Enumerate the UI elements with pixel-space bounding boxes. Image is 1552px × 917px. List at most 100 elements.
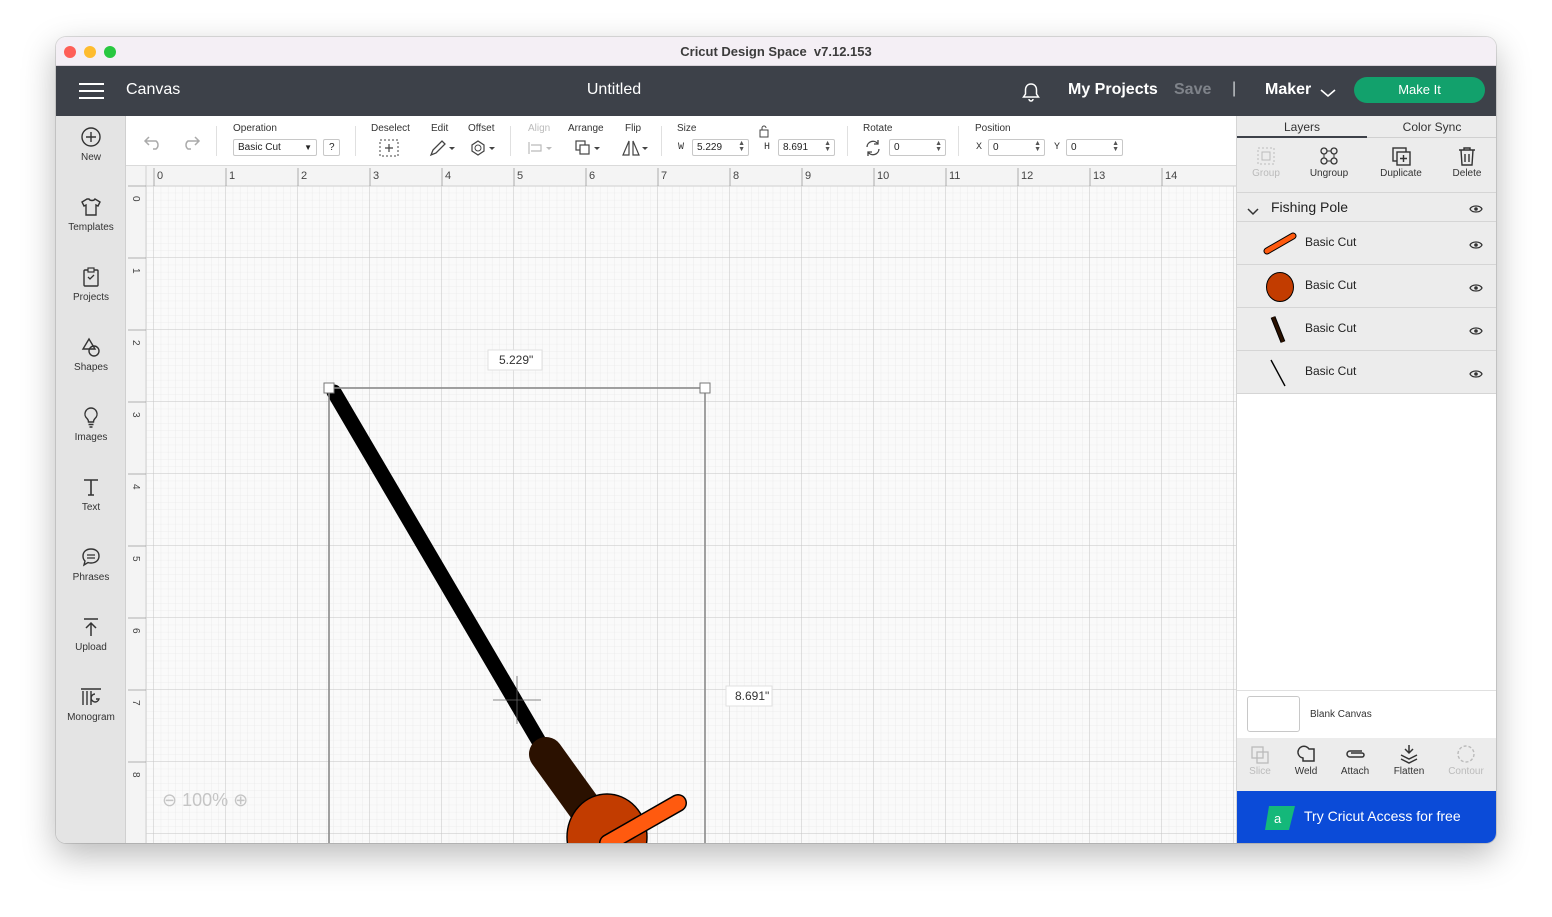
text-t-icon xyxy=(84,479,98,496)
design-canvas[interactable]: 0 1 2 3 4 5 6 7 8 9 10 11 12 13 14 012345678 5.229" 8.… xyxy=(126,166,1236,843)
width-input[interactable]: 5.229 ▲ ▼ xyxy=(692,139,749,156)
duplicate-button[interactable]: Duplicate xyxy=(1371,146,1431,179)
layer-thumbnail-reel-circle xyxy=(1266,272,1294,302)
canvas-drawing[interactable]: 0 1 2 3 4 5 6 7 8 9 10 11 12 13 14 012345678 xyxy=(126,166,1236,843)
weld-button[interactable]: Weld xyxy=(1279,744,1333,777)
y-position-input[interactable]: 0 ▲ ▼ xyxy=(1066,139,1123,156)
flip-label: Flip xyxy=(625,123,642,134)
slice-icon xyxy=(1251,746,1269,764)
height-input[interactable]: 8.691 ▲ ▼ xyxy=(778,139,835,156)
tab-layers[interactable]: Layers xyxy=(1237,116,1367,138)
y-prefix: Y xyxy=(1054,142,1061,153)
zoom-out-icon[interactable]: ⊖ xyxy=(162,790,177,810)
nav-templates[interactable]: Templates xyxy=(56,196,126,258)
layer-row[interactable]: Basic Cut xyxy=(1237,265,1496,308)
stepper-arrows-icon[interactable]: ▲ ▼ xyxy=(1034,140,1041,153)
chevron-down-icon[interactable] xyxy=(1320,85,1336,103)
nav-images[interactable]: Images xyxy=(56,406,126,468)
speech-bubble-icon xyxy=(82,548,100,567)
zoom-in-icon[interactable]: ⊕ xyxy=(233,790,248,810)
nav-phrases[interactable]: Phrases xyxy=(56,546,126,608)
stepper-arrows-icon[interactable]: ▲ ▼ xyxy=(824,140,831,153)
edit-pencil-icon[interactable] xyxy=(428,139,456,162)
blank-canvas-row[interactable]: Blank Canvas xyxy=(1237,690,1496,738)
bell-icon[interactable] xyxy=(1020,81,1042,108)
ruler-label: 3 xyxy=(373,170,379,182)
my-projects-link[interactable]: My Projects xyxy=(1068,81,1158,99)
app-window: Cricut Design Space v7.12.153 Canvas Unt… xyxy=(56,37,1496,843)
flatten-icon xyxy=(1400,745,1418,764)
make-it-button[interactable]: Make It xyxy=(1354,77,1485,103)
stepper-arrows-icon[interactable]: ▲ ▼ xyxy=(935,140,942,153)
layer-row[interactable]: Basic Cut xyxy=(1237,222,1496,265)
stepper-arrows-icon[interactable]: ▲ ▼ xyxy=(738,140,745,153)
toolbar-divider xyxy=(847,126,848,156)
blank-canvas-swatch[interactable] xyxy=(1247,696,1300,732)
cricut-access-logo-icon: a xyxy=(1265,806,1295,830)
nav-new[interactable]: New xyxy=(56,126,126,188)
machine-selector[interactable]: Maker xyxy=(1265,81,1311,99)
eye-icon[interactable] xyxy=(1469,201,1483,219)
deselect-icon[interactable] xyxy=(379,139,399,162)
delete-button[interactable]: Delete xyxy=(1437,146,1496,179)
align-icon[interactable] xyxy=(527,140,555,161)
ruler-label: 14 xyxy=(1165,170,1177,182)
layers-panel: Layers Color Sync Group Ungroup Duplicat… xyxy=(1236,116,1496,843)
chevron-down-icon[interactable] xyxy=(1247,203,1259,221)
attach-button[interactable]: Attach xyxy=(1328,744,1382,777)
offset-icon[interactable] xyxy=(469,139,499,162)
tab-color-sync[interactable]: Color Sync xyxy=(1367,116,1496,138)
nav-upload[interactable]: Upload xyxy=(56,616,126,678)
monogram-icon xyxy=(81,688,101,705)
lock-icon[interactable] xyxy=(758,124,770,143)
group-button[interactable]: Group xyxy=(1236,146,1296,179)
ruler-label: 10 xyxy=(877,170,889,182)
eye-icon[interactable] xyxy=(1469,323,1483,341)
nav-shapes[interactable]: Shapes xyxy=(56,336,126,398)
flatten-button[interactable]: Flatten xyxy=(1382,744,1436,777)
ruler-label: 8 xyxy=(130,772,141,778)
contour-label: Contour xyxy=(1448,766,1484,777)
ruler-label: 13 xyxy=(1093,170,1105,182)
ruler-label: 9 xyxy=(805,170,811,182)
ungroup-button[interactable]: Ungroup xyxy=(1299,146,1359,179)
operation-select[interactable]: Basic Cut ▼ xyxy=(233,139,317,156)
contour-button[interactable]: Contour xyxy=(1439,744,1493,777)
layer-group-row[interactable]: Fishing Pole xyxy=(1237,192,1496,222)
width-value: 5.229 xyxy=(697,142,723,153)
stepper-arrows-icon[interactable]: ▲ ▼ xyxy=(1112,140,1119,153)
nav-new-label: New xyxy=(80,152,101,163)
group-label: Group xyxy=(1252,168,1280,179)
upload-arrow-icon xyxy=(84,618,98,636)
height-prefix: H xyxy=(764,142,771,153)
layer-row[interactable]: Basic Cut xyxy=(1237,351,1496,394)
layer-row[interactable]: Basic Cut xyxy=(1237,308,1496,351)
undo-icon[interactable] xyxy=(143,134,165,155)
nav-projects[interactable]: Projects xyxy=(56,266,126,328)
eye-icon[interactable] xyxy=(1469,280,1483,298)
ruler-label: 11 xyxy=(949,170,960,182)
eye-icon[interactable] xyxy=(1469,237,1483,255)
nav-monogram[interactable]: Monogram xyxy=(56,686,126,748)
weld-label: Weld xyxy=(1294,766,1318,777)
width-dimension-label: 5.229" xyxy=(499,353,534,367)
operation-help-button[interactable]: ? xyxy=(323,139,340,156)
save-button[interactable]: Save xyxy=(1174,81,1211,99)
redo-icon[interactable] xyxy=(179,134,201,155)
resize-handle-top-left[interactable] xyxy=(323,382,335,394)
nav-images-label: Images xyxy=(74,432,108,443)
layer-label: Basic Cut xyxy=(1305,235,1357,249)
operation-label: Operation xyxy=(233,123,277,134)
arrange-icon[interactable] xyxy=(574,139,604,162)
flip-icon[interactable] xyxy=(621,139,651,162)
x-value: 0 xyxy=(993,142,999,153)
x-position-input[interactable]: 0 ▲ ▼ xyxy=(988,139,1045,156)
rotate-icon[interactable] xyxy=(863,139,883,162)
ruler-label: 6 xyxy=(589,170,595,182)
document-title[interactable]: Untitled xyxy=(56,81,1172,99)
resize-handle-top-right[interactable] xyxy=(699,382,711,394)
eye-icon[interactable] xyxy=(1469,366,1483,384)
rotate-input[interactable]: 0 ▲ ▼ xyxy=(889,139,946,156)
nav-text[interactable]: Text xyxy=(56,476,126,538)
cricut-access-banner[interactable]: a Try Cricut Access for free xyxy=(1237,791,1496,843)
